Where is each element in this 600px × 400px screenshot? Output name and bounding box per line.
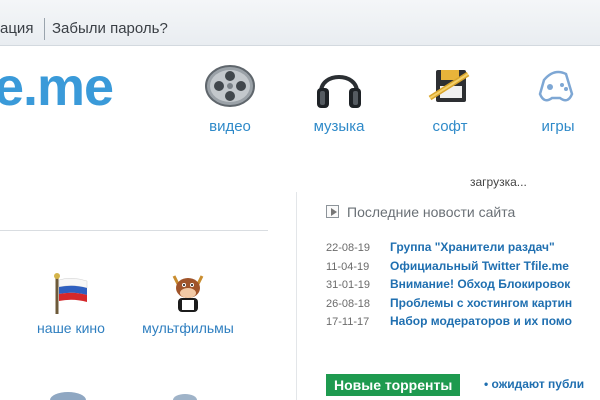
pending-torrents-link[interactable]: • ожидают публи <box>484 377 584 391</box>
news-heading-text: Последние новости сайта <box>347 204 516 220</box>
nav-soft[interactable]: софт <box>414 60 486 135</box>
news-date: 31-01-19 <box>326 279 371 291</box>
news-title-link[interactable]: Официальный Twitter Tfile.me <box>390 259 569 273</box>
nav-games-label: игры <box>541 118 575 135</box>
news-title-link[interactable]: Набор модераторов и их помо <box>390 314 572 328</box>
news-title-link[interactable]: Внимание! Обход Блокировок <box>390 277 570 291</box>
news-title-link[interactable]: Проблемы с хостингом картин <box>390 296 572 310</box>
news-date: 17-11-17 <box>326 316 370 328</box>
news-title-link[interactable]: Группа "Хранители раздач" <box>390 240 555 254</box>
top-bar: ация Забыли пароль? <box>0 0 600 46</box>
news-list: 22-08-19 Группа "Хранители раздач" 11-04-… <box>326 240 600 333</box>
category-multfilmy-label: мультфильмы <box>142 320 234 336</box>
news-date: 11-04-19 <box>326 260 370 273</box>
registration-link[interactable]: ация <box>0 20 33 37</box>
forgot-password-link[interactable]: Забыли пароль? <box>52 20 168 37</box>
section-divider <box>0 230 268 231</box>
partial-category-icon <box>50 392 86 400</box>
news-heading: Последние новости сайта <box>326 204 515 220</box>
news-date: 22-08-19 <box>326 242 371 254</box>
news-item[interactable]: 17-11-17 Набор модераторов и их помо <box>326 314 600 333</box>
category-nashe-kino[interactable]: наше кино <box>16 272 126 336</box>
nav-games[interactable]: игры <box>522 60 594 135</box>
partial-category-icon <box>173 394 197 400</box>
cartoon-cow-icon <box>172 275 204 312</box>
news-item[interactable]: 31-01-19 Внимание! Обход Блокировок <box>326 277 600 296</box>
play-icon[interactable] <box>326 205 339 218</box>
news-item[interactable]: 26-08-18 Проблемы с хостингом картин <box>326 296 600 315</box>
topbar-separator <box>44 18 45 40</box>
news-item[interactable]: 22-08-19 Группа "Хранители раздач" <box>326 240 600 259</box>
site-logo[interactable]: e.me <box>0 56 114 118</box>
nav-soft-label: софт <box>432 118 468 135</box>
nav-video[interactable]: видео <box>194 60 266 135</box>
category-nashe-kino-label: наше кино <box>37 320 105 336</box>
column-divider <box>296 192 297 400</box>
new-torrents-tab[interactable]: Новые торренты <box>326 374 461 396</box>
gamepad-icon <box>538 70 574 102</box>
nav-music-label: музыка <box>313 118 365 135</box>
floppy-disk-icon <box>428 70 470 102</box>
nav-video-label: видео <box>209 118 251 135</box>
russian-flag-icon <box>54 273 88 314</box>
news-item[interactable]: 11-04-19 Официальный Twitter Tfile.me <box>326 259 600 278</box>
category-multfilmy[interactable]: мультфильмы <box>133 268 243 336</box>
news-date: 26-08-18 <box>326 297 371 310</box>
loading-text: загрузка... <box>470 175 527 189</box>
headphones-icon <box>317 75 361 108</box>
nav-music[interactable]: музыка <box>303 60 375 135</box>
film-reel-icon <box>205 65 255 107</box>
